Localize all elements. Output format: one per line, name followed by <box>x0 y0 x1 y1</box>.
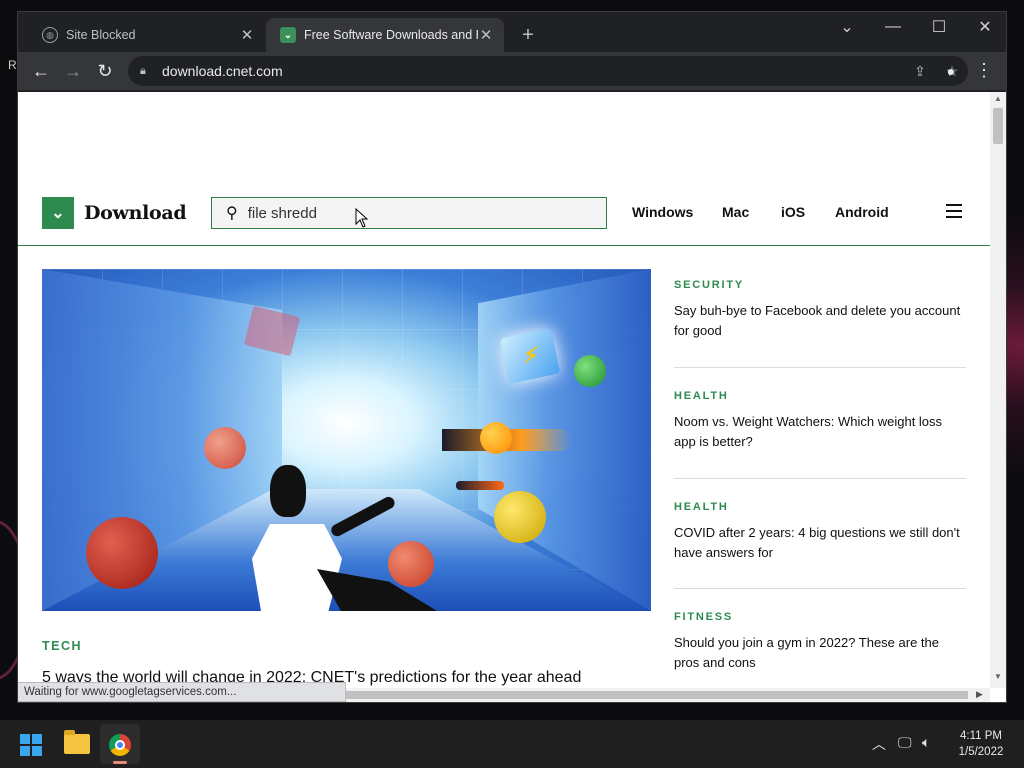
divider <box>674 367 966 368</box>
logo-text: Download <box>84 202 187 224</box>
chevron-up-icon[interactable]: ︿ <box>872 734 886 754</box>
sidebar-article[interactable]: SECURITY Say buh-bye to Facebook and del… <box>674 279 966 341</box>
close-tab-icon[interactable]: ✕ <box>239 26 255 44</box>
browser-toolbar: ← → ↻ 🔒︎ download.cnet.com ⇪ ☆ ● ⋮ <box>18 52 1006 90</box>
yellow-ball <box>494 491 546 543</box>
article-category[interactable]: HEALTH <box>674 501 966 513</box>
nav-android[interactable]: Android <box>835 204 889 220</box>
orange-ball <box>480 422 512 454</box>
article-headline[interactable]: Say buh-bye to Facebook and delete you a… <box>674 301 966 341</box>
divider <box>674 588 966 589</box>
hero-image[interactable]: ⚡︎ <box>42 269 651 611</box>
search-input[interactable] <box>247 204 548 222</box>
article-headline[interactable]: Noom vs. Weight Watchers: Which weight l… <box>674 412 966 452</box>
chrome-icon <box>109 734 131 756</box>
person-head <box>270 465 306 517</box>
download-logo-icon: ⌄ <box>42 197 74 229</box>
lock-icon[interactable]: 🔒︎ <box>140 65 152 77</box>
coral-ball <box>388 541 434 587</box>
tab-download[interactable]: ⌄ Free Software Downloads and Re ✕ <box>266 18 504 52</box>
file-explorer-icon[interactable] <box>64 730 90 754</box>
close-window-icon[interactable]: ✕ <box>962 12 1008 42</box>
vertical-scrollbar[interactable]: ▲ ▼ <box>990 92 1006 688</box>
forward-arrow-icon[interactable]: → <box>60 58 86 84</box>
close-tab-icon[interactable]: ✕ <box>478 26 494 44</box>
page-viewport: ⌄ Download ⚲ Windows Mac iOS Android <box>18 92 1006 702</box>
salmon-ball <box>204 427 246 469</box>
scroll-right-arrow-icon[interactable]: ▶ <box>976 689 983 700</box>
divider <box>674 478 966 479</box>
search-box[interactable]: ⚲ <box>211 197 607 229</box>
tab-search-icon[interactable]: ⌄ <box>824 12 870 42</box>
active-app-indicator <box>113 761 127 764</box>
taskbar: ︿ 🖵︎ 🔈︎ 4:11 PM 1/5/2022 <box>0 720 1024 768</box>
tab-title: Free Software Downloads and Re <box>304 28 478 42</box>
network-icon[interactable]: 🖵︎ <box>898 734 912 751</box>
status-bar: Waiting for www.googletagservices.com... <box>18 682 346 702</box>
profile-icon[interactable]: ● <box>940 60 962 82</box>
mouse-cursor-icon <box>355 208 369 228</box>
globe-icon: ◍ <box>42 27 58 43</box>
address-bar[interactable]: 🔒︎ download.cnet.com ⇪ ☆ <box>128 56 968 86</box>
system-clock[interactable]: 4:11 PM 1/5/2022 <box>952 728 1010 760</box>
back-arrow-icon[interactable]: ← <box>28 58 54 84</box>
sidebar-article[interactable]: FITNESS Should you join a gym in 2022? T… <box>674 611 966 673</box>
tab-site-blocked[interactable]: ◍ Site Blocked ✕ <box>28 18 265 52</box>
scroll-down-arrow-icon[interactable]: ▼ <box>994 672 1002 681</box>
hamburger-menu-icon[interactable] <box>946 204 962 218</box>
download-logo-icon: ⌄ <box>280 27 296 43</box>
scroll-thumb[interactable] <box>338 691 968 699</box>
article-category[interactable]: HEALTH <box>674 390 966 402</box>
clock-time: 4:11 PM <box>960 730 1002 742</box>
article-category[interactable]: SECURITY <box>674 279 966 291</box>
article-category[interactable]: FITNESS <box>674 611 966 623</box>
more-menu-icon[interactable]: ⋮ <box>972 58 996 84</box>
reload-icon[interactable]: ↻ <box>92 58 118 84</box>
divider-line <box>674 478 966 479</box>
sidebar-article[interactable]: HEALTH Noom vs. Weight Watchers: Which w… <box>674 390 966 452</box>
nav-mac[interactable]: Mac <box>722 204 749 220</box>
person-shirt <box>252 524 342 611</box>
nav-ios[interactable]: iOS <box>781 204 805 220</box>
url-text[interactable]: download.cnet.com <box>162 63 904 79</box>
site-header: ⌄ Download ⚲ Windows Mac iOS Android <box>18 192 990 246</box>
windows-start-icon[interactable] <box>20 734 42 756</box>
clock-date: 1/5/2022 <box>958 746 1004 758</box>
article-headline[interactable]: Should you join a gym in 2022? These are… <box>674 633 966 673</box>
site-logo[interactable]: ⌄ Download <box>42 197 187 229</box>
scroll-up-arrow-icon[interactable]: ▲ <box>994 94 1002 103</box>
volume-icon[interactable]: 🔈︎ <box>922 734 930 751</box>
new-tab-button[interactable]: + <box>516 24 540 48</box>
red-ball <box>86 517 158 589</box>
chrome-taskbar-button[interactable] <box>100 724 140 764</box>
lightning-icon: ⚡︎ <box>523 343 539 368</box>
article-headline[interactable]: COVID after 2 years: 4 big questions we … <box>674 523 966 563</box>
tab-strip: ◍ Site Blocked ✕ ⌄ Free Software Downloa… <box>18 12 1006 52</box>
red-comet <box>456 481 504 490</box>
search-icon: ⚲ <box>226 205 238 222</box>
divider-line <box>674 367 966 368</box>
maximize-icon[interactable]: ☐ <box>916 12 962 42</box>
divider-line <box>674 588 966 589</box>
minimize-icon[interactable]: — <box>870 12 916 42</box>
desktop-text: R <box>8 58 17 72</box>
nav-windows[interactable]: Windows <box>632 204 693 220</box>
share-icon[interactable]: ⇪ <box>904 63 936 80</box>
scroll-thumb[interactable] <box>993 108 1003 144</box>
browser-window: ◍ Site Blocked ✕ ⌄ Free Software Downloa… <box>17 11 1007 703</box>
hero-category[interactable]: TECH <box>42 639 82 653</box>
sidebar-article[interactable]: HEALTH COVID after 2 years: 4 big questi… <box>674 501 966 563</box>
tab-title: Site Blocked <box>66 28 136 42</box>
green-ball <box>574 355 606 387</box>
